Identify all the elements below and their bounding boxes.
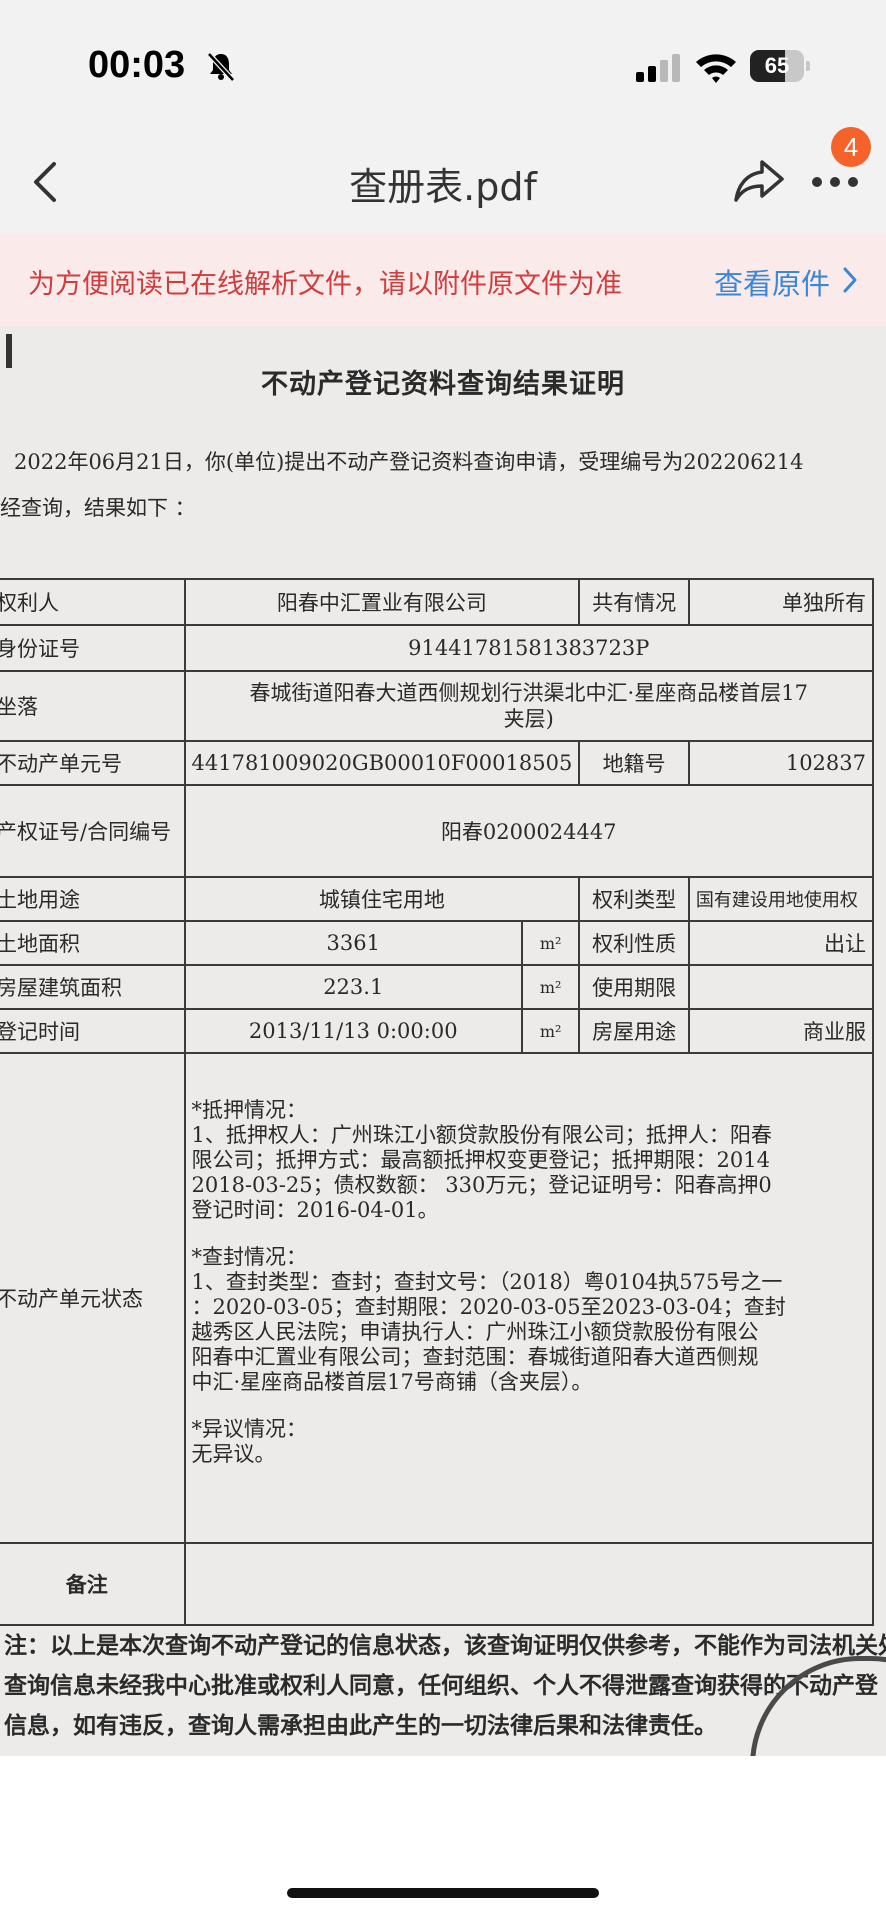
unit-status-details: *抵押情况： 1、抵押权人：广州珠江小额贷款股份有限公司；抵押人：阳春 限公司；…	[183, 1052, 874, 1544]
table-row: 身份证号 91441781581383723P	[0, 624, 874, 672]
building-area-unit: m²	[520, 964, 581, 1010]
chevron-right-icon[interactable]	[842, 266, 858, 294]
table-row: 权利人 阳春中汇置业有限公司 共有情况 单独所有	[0, 578, 875, 626]
table-row: 不动产单元号 441781009020GB00010F00018505 地籍号 …	[0, 740, 875, 786]
seizure-section: *查封情况： 1、查封类型：查封；查封文号：（2018）粤0104执575号之一…	[192, 1245, 867, 1395]
objection-line: *异议情况：	[191, 1417, 308, 1441]
location-line-1: 春城街道阳春大道西侧规划行洪渠北中汇·星座商品楼首层17	[249, 681, 808, 705]
seizure-line: 阳春中汇置业有限公司；查封范围：春城街道阳春大道西侧规	[191, 1345, 759, 1369]
status-time: 00:03	[88, 44, 186, 86]
land-use-value: 城镇住宅用地	[183, 876, 581, 922]
building-area-label: 房屋建筑面积	[0, 964, 186, 1010]
wifi-icon	[696, 54, 736, 83]
land-area-value: 3361	[183, 920, 523, 966]
cadastral-value: 102837	[687, 740, 875, 786]
house-use-value: 商业服	[687, 1008, 875, 1054]
id-value: 91441781581383723P	[183, 624, 874, 672]
owner-label: 权利人	[0, 578, 186, 626]
right-type-value: 国有建设用地使用权	[687, 876, 875, 922]
intro-line-1: 2022年06月21日，你(单位)提出不动产登记资料查询申请，受理编号为2022…	[14, 450, 804, 474]
table-row: 产权证号/合同编号 阳春0200024447	[0, 784, 874, 878]
seizure-line: 越秀区人民法院；申请执行人：广州珠江小额贷款股份有限公	[191, 1320, 759, 1344]
table-row: 土地面积 3361 m² 权利性质 出让	[0, 920, 875, 966]
remark-value	[183, 1542, 874, 1626]
remark-label: 备注	[0, 1542, 186, 1626]
co-owner-label: 共有情况	[578, 578, 690, 626]
mortgage-line: 登记时间：2016-04-01。	[191, 1198, 439, 1222]
view-original-link[interactable]: 查看原件	[714, 261, 830, 303]
objection-section: *异议情况： 无异议。	[192, 1417, 867, 1467]
land-area-label: 土地面积	[0, 920, 186, 966]
register-time-label: 登记时间	[0, 1008, 186, 1054]
seizure-line: ：2020-03-05；查封期限：2020-03-05至2023-03-04；查…	[191, 1295, 786, 1319]
objection-line: 无异议。	[191, 1442, 276, 1466]
table-row: 登记时间 2013/11/13 0:00:00 m² 房屋用途 商业服	[0, 1008, 875, 1054]
certificate-value: 阳春0200024447	[183, 784, 874, 878]
footer-line-3: 信息，如有违反，查询人需承担由此产生的一切法律后果和法律责任。	[4, 1712, 717, 1739]
notification-badge: 4	[831, 127, 871, 167]
right-nature-value: 出让	[687, 920, 875, 966]
status-bar: 00:03 65	[0, 0, 886, 130]
mortgage-line: 2018-03-25；债权数额： 330万元；登记证明号：阳春高押0	[191, 1173, 772, 1197]
nav-bar: 查册表.pdf 4	[0, 127, 886, 234]
mortgage-line: 1、抵押权人：广州珠江小额贷款股份有限公司；抵押人：阳春	[191, 1123, 772, 1147]
location-line-2: 夹层)	[503, 707, 554, 731]
building-area-value: 223.1	[183, 964, 523, 1010]
mortgage-section: *抵押情况： 1、抵押权人：广州珠江小额贷款股份有限公司；抵押人：阳春 限公司；…	[192, 1098, 867, 1223]
owner-value: 阳春中汇置业有限公司	[183, 578, 581, 626]
page-title: 查册表.pdf	[349, 165, 537, 209]
term-value	[687, 964, 875, 1010]
seizure-line: 1、查封类型：查封；查封文号：（2018）粤0104执575号之一	[191, 1270, 783, 1294]
table-row: 不动产单元状态 *抵押情况： 1、抵押权人：广州珠江小额贷款股份有限公司；抵押人…	[0, 1052, 874, 1544]
table-row: 土地用途 城镇住宅用地 权利类型 国有建设用地使用权	[0, 876, 875, 922]
battery-indicator: 65	[750, 50, 810, 82]
unit-number-label: 不动产单元号	[0, 740, 186, 786]
co-owner-value: 单独所有	[687, 578, 875, 626]
seizure-line: 中汇·星座商品楼首层17号商铺（含夹层）。	[191, 1370, 593, 1394]
table-row: 备注	[0, 1542, 874, 1626]
term-label: 使用期限	[578, 964, 690, 1010]
document-preview[interactable]: 不动产登记资料查询结果证明 2022年06月21日，你(单位)提出不动产登记资料…	[0, 326, 886, 1756]
more-options-icon[interactable]	[810, 174, 860, 190]
notice-text: 为方便阅读已在线解析文件，请以附件原文件为准	[28, 269, 622, 300]
house-use-label: 房屋用途	[578, 1008, 690, 1054]
id-label: 身份证号	[0, 624, 186, 672]
unit-number-value: 441781009020GB00010F00018505	[183, 740, 581, 786]
seizure-line: *查封情况：	[191, 1245, 308, 1269]
silent-bell-icon	[207, 52, 235, 82]
location-value: 春城街道阳春大道西侧规划行洪渠北中汇·星座商品楼首层17 夹层)	[183, 670, 874, 742]
intro-line-2: 经查询，结果如下 ：	[0, 496, 196, 520]
home-indicator[interactable]	[287, 1888, 599, 1898]
right-nature-label: 权利性质	[578, 920, 690, 966]
back-chevron-icon[interactable]	[30, 160, 60, 204]
battery-level: 65	[764, 53, 790, 78]
footer-line-2: 查询信息未经我中心批准或权利人同意，任何组织、个人不得泄露查询获得的不动产登	[4, 1672, 878, 1699]
mortgage-line: 限公司；抵押方式：最高额抵押权变更登记；抵押期限：2014	[191, 1148, 770, 1172]
certificate-label: 产权证号/合同编号	[0, 784, 186, 878]
register-time-value: 2013/11/13 0:00:00	[183, 1008, 523, 1054]
table-row: 房屋建筑面积 223.1 m² 使用期限	[0, 964, 875, 1010]
unit-status-label: 不动产单元状态	[0, 1052, 186, 1544]
cellular-signal-icon	[636, 54, 680, 82]
footer-line-1: 注：以上是本次查询不动产登记的信息状态，该查询证明仅供参考，不能作为司法机关处置	[4, 1632, 886, 1659]
query-result-table: 权利人 阳春中汇置业有限公司 共有情况 单独所有 身份证号 9144178158…	[0, 578, 875, 1626]
document-title: 不动产登记资料查询结果证明	[261, 369, 625, 400]
battery-cap	[806, 61, 810, 71]
table-row: 坐落 春城街道阳春大道西侧规划行洪渠北中汇·星座商品楼首层17 夹层)	[0, 670, 874, 742]
cadastral-label: 地籍号	[578, 740, 690, 786]
mortgage-line: *抵押情况：	[191, 1098, 308, 1122]
location-label: 坐落	[0, 670, 186, 742]
parse-notice-banner: 为方便阅读已在线解析文件，请以附件原文件为准 查看原件	[0, 234, 886, 326]
share-icon[interactable]	[732, 158, 786, 204]
register-time-unit: m²	[520, 1008, 581, 1054]
land-area-unit: m²	[520, 920, 581, 966]
right-type-label: 权利类型	[578, 876, 690, 922]
land-use-label: 土地用途	[0, 876, 186, 922]
